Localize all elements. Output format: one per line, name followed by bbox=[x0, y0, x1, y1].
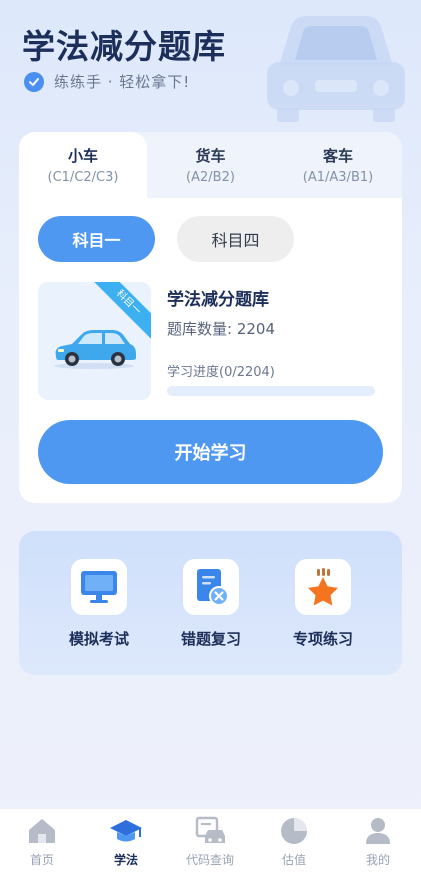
subject-ribbon: 科目一 bbox=[91, 282, 151, 342]
check-icon bbox=[24, 71, 44, 92]
pie-chart-icon bbox=[277, 815, 311, 847]
star-icon bbox=[295, 559, 351, 615]
nav-learn[interactable]: 学法 bbox=[84, 815, 168, 868]
nav-profile[interactable]: 我的 bbox=[336, 815, 420, 868]
tab-license-code: (A2/B2) bbox=[186, 170, 235, 185]
start-learning-button[interactable]: 开始学习 bbox=[38, 420, 383, 484]
subtitle-text: 练练手 · 轻松拿下! bbox=[54, 73, 191, 91]
bank-count: 题库数量: 2204 bbox=[167, 320, 275, 338]
car-code-icon bbox=[193, 815, 227, 847]
wrong-review-tool[interactable]: 错题复习 bbox=[166, 559, 256, 649]
tool-label: 专项练习 bbox=[292, 630, 353, 648]
tab-truck[interactable]: 货车 (A2/B2) bbox=[147, 132, 274, 198]
tab-small-car[interactable]: 小车 (C1/C2/C3) bbox=[19, 132, 147, 198]
hero-car-illustration bbox=[267, 16, 405, 122]
tab-label: 货车 bbox=[195, 147, 226, 165]
nav-label: 学法 bbox=[113, 853, 138, 867]
vehicle-tabs: 小车 (C1/C2/C3) 货车 (A2/B2) 客车 (A1/A3/B1) bbox=[19, 132, 402, 198]
graduation-cap-icon bbox=[109, 815, 143, 847]
user-icon bbox=[361, 815, 395, 847]
ribbon-label: 科目一 bbox=[91, 282, 151, 342]
home-icon bbox=[25, 815, 59, 847]
nav-label: 代码查询 bbox=[185, 853, 234, 867]
wrong-doc-icon bbox=[183, 559, 239, 615]
tool-label: 错题复习 bbox=[180, 630, 241, 648]
hero-subtitle: 练练手 · 轻松拿下! bbox=[24, 71, 190, 92]
bank-cover: 科目一 bbox=[38, 282, 151, 400]
page-title: 学法减分题库 bbox=[22, 27, 226, 66]
hero-header: 学法减分题库 练练手 · 轻松拿下! bbox=[0, 0, 421, 135]
bank-title: 学法减分题库 bbox=[167, 290, 269, 310]
nav-valuation[interactable]: 估值 bbox=[252, 815, 336, 868]
tab-label: 小车 bbox=[67, 147, 98, 165]
special-practice-tool[interactable]: 专项练习 bbox=[278, 559, 368, 649]
question-bank-card: 小车 (C1/C2/C3) 货车 (A2/B2) 客车 (A1/A3/B1) 科… bbox=[19, 132, 402, 503]
practice-tools: 模拟考试 错题复习 专项练习 bbox=[19, 531, 402, 675]
mock-exam-tool[interactable]: 模拟考试 bbox=[54, 559, 144, 649]
nav-code-query[interactable]: 代码查询 bbox=[168, 815, 252, 868]
nav-label: 我的 bbox=[365, 853, 390, 867]
bottom-navigation: 首页 学法 代码查询 估值 我的 bbox=[0, 808, 421, 872]
tab-bus[interactable]: 客车 (A1/A3/B1) bbox=[274, 132, 402, 198]
nav-label: 估值 bbox=[281, 853, 306, 867]
tab-license-code: (C1/C2/C3) bbox=[47, 170, 119, 185]
progress-label: 学习进度(0/2204) bbox=[167, 365, 275, 380]
tool-label: 模拟考试 bbox=[68, 630, 129, 648]
tab-license-code: (A1/A3/B1) bbox=[302, 170, 374, 185]
nav-home[interactable]: 首页 bbox=[0, 815, 84, 868]
tab-label: 客车 bbox=[322, 147, 353, 165]
subject-four-button[interactable]: 科目四 bbox=[177, 216, 294, 262]
progress-bar bbox=[167, 386, 375, 396]
nav-label: 首页 bbox=[29, 853, 54, 867]
subject-one-button[interactable]: 科目一 bbox=[38, 216, 155, 262]
monitor-icon bbox=[71, 559, 127, 615]
